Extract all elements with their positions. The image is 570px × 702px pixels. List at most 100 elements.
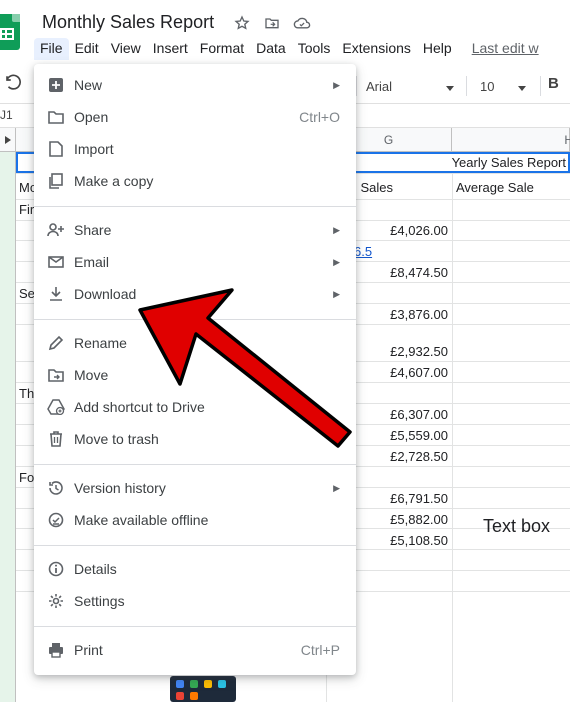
- cell-value-link[interactable]: 6.5: [354, 244, 372, 259]
- menu-item-print[interactable]: Print Ctrl+P: [34, 634, 356, 666]
- menu-item-details[interactable]: Details: [34, 553, 356, 585]
- menu-item-label: Settings: [74, 593, 125, 609]
- cloud-status-icon[interactable]: [292, 13, 312, 33]
- download-icon: [34, 286, 74, 302]
- cell-a-third[interactable]: Th: [19, 386, 34, 401]
- menu-item-label: Version history: [74, 480, 166, 496]
- email-icon: [34, 256, 74, 268]
- menu-item-share[interactable]: Share ▶: [34, 214, 356, 246]
- menu-item-label: Email: [74, 254, 110, 270]
- menu-view[interactable]: View: [105, 38, 147, 60]
- menu-item-open[interactable]: Open Ctrl+O: [34, 101, 356, 133]
- header-total-sales[interactable]: l Sales: [354, 180, 393, 195]
- file-icon: [34, 141, 74, 157]
- cell-value[interactable]: £8,474.50: [390, 265, 448, 280]
- cell-a-fourth[interactable]: Fo: [19, 470, 34, 485]
- menu-item-make-copy[interactable]: Make a copy: [34, 165, 356, 197]
- history-icon: [34, 480, 74, 496]
- menu-item-trash[interactable]: Move to trash: [34, 423, 356, 455]
- cell-value[interactable]: £2,728.50: [390, 449, 448, 464]
- menu-item-email[interactable]: Email ▶: [34, 246, 356, 278]
- menu-item-label: New: [74, 77, 103, 93]
- menu-item-label: Make available offline: [74, 512, 209, 528]
- menu-format[interactable]: Format: [194, 38, 250, 60]
- menu-data[interactable]: Data: [250, 38, 292, 60]
- sheets-logo-icon[interactable]: [0, 14, 20, 50]
- last-edit-link[interactable]: Last edit w: [458, 38, 545, 60]
- pencil-icon: [34, 335, 74, 351]
- drive-shortcut-icon: [34, 399, 74, 415]
- copy-icon: [34, 173, 74, 189]
- cell-value[interactable]: £6,791.50: [390, 491, 448, 506]
- menu-item-move[interactable]: Move: [34, 359, 356, 391]
- menu-item-rename[interactable]: Rename: [34, 327, 356, 359]
- cell-a-first[interactable]: Fir: [19, 202, 34, 217]
- menu-item-label: Open: [74, 109, 109, 125]
- printer-icon: [34, 642, 74, 658]
- star-icon[interactable]: [232, 13, 252, 33]
- toolbar-divider: [540, 76, 541, 96]
- menu-edit[interactable]: Edit: [69, 38, 105, 60]
- font-size-select[interactable]: 10: [474, 74, 532, 98]
- submenu-arrow-icon: ▶: [333, 256, 340, 267]
- cell-value[interactable]: £2,932.50: [390, 344, 448, 359]
- menu-item-label: Details: [74, 561, 117, 577]
- bold-button[interactable]: B: [548, 75, 559, 92]
- column-header-h[interactable]: H: [452, 128, 570, 152]
- undo-icon[interactable]: [4, 74, 26, 96]
- submenu-arrow-icon: ▶: [333, 482, 340, 493]
- font-size-dropdown-icon: [518, 79, 526, 94]
- title-cell-text: Yearly Sales Report: [451, 155, 566, 170]
- shortcut-label: Ctrl+P: [300, 642, 340, 658]
- cell-value[interactable]: £5,108.50: [390, 533, 448, 548]
- menu-item-offline[interactable]: Make available offline: [34, 504, 356, 536]
- row-headers[interactable]: [0, 128, 16, 702]
- text-box[interactable]: Text box: [483, 516, 550, 537]
- cell-value[interactable]: £6,307.00: [390, 407, 448, 422]
- cell-a-second[interactable]: Se: [19, 286, 35, 301]
- menu-item-import[interactable]: Import: [34, 133, 356, 165]
- menu-divider: [34, 626, 356, 627]
- menu-item-label: Move: [74, 367, 109, 383]
- menu-item-new[interactable]: New ▶: [34, 69, 356, 101]
- font-dropdown-icon: [446, 79, 454, 94]
- menu-item-label: Rename: [74, 335, 127, 351]
- menu-tools[interactable]: Tools: [292, 38, 337, 60]
- menu-item-label: Move to trash: [74, 431, 159, 447]
- info-icon: [34, 561, 74, 577]
- menu-extensions[interactable]: Extensions: [336, 38, 416, 60]
- menu-file[interactable]: File: [34, 38, 69, 60]
- shortcut-label: Ctrl+O: [299, 109, 340, 125]
- menu-divider: [34, 545, 356, 546]
- menu-help[interactable]: Help: [417, 38, 458, 60]
- document-title[interactable]: Monthly Sales Report: [42, 12, 214, 33]
- font-select[interactable]: Arial: [362, 74, 458, 98]
- menu-item-label: Share: [74, 222, 112, 238]
- cell-value[interactable]: £5,882.00: [390, 512, 448, 527]
- menu-item-download[interactable]: Download ▶: [34, 278, 356, 310]
- file-menu-dropdown: New ▶ Open Ctrl+O Import Make a copy Sha…: [34, 64, 356, 675]
- cell-value[interactable]: £4,607.00: [390, 365, 448, 380]
- gear-icon: [34, 593, 74, 609]
- folder-move-icon[interactable]: [262, 13, 282, 33]
- submenu-arrow-icon: ▶: [333, 224, 340, 235]
- select-all-corner[interactable]: [0, 128, 16, 152]
- menu-item-label: Import: [74, 141, 114, 157]
- font-name: Arial: [366, 78, 393, 94]
- submenu-arrow-icon: ▶: [333, 288, 340, 299]
- header-average-sale[interactable]: Average Sale: [456, 180, 534, 195]
- menu-item-version-history[interactable]: Version history ▶: [34, 472, 356, 504]
- menu-item-add-shortcut[interactable]: Add shortcut to Drive: [34, 391, 356, 423]
- menu-item-label: Make a copy: [74, 173, 154, 189]
- menu-item-settings[interactable]: Settings: [34, 585, 356, 617]
- cell-value[interactable]: £5,559.00: [390, 428, 448, 443]
- new-icon: [34, 77, 74, 93]
- offline-icon: [34, 512, 74, 528]
- toolbar-divider: [356, 76, 357, 96]
- name-box[interactable]: J1: [0, 108, 13, 122]
- move-folder-icon: [34, 368, 74, 382]
- cell-value[interactable]: £3,876.00: [390, 307, 448, 322]
- cell-value[interactable]: £4,026.00: [390, 223, 448, 238]
- embedded-image[interactable]: [170, 676, 236, 702]
- menu-insert[interactable]: Insert: [147, 38, 194, 60]
